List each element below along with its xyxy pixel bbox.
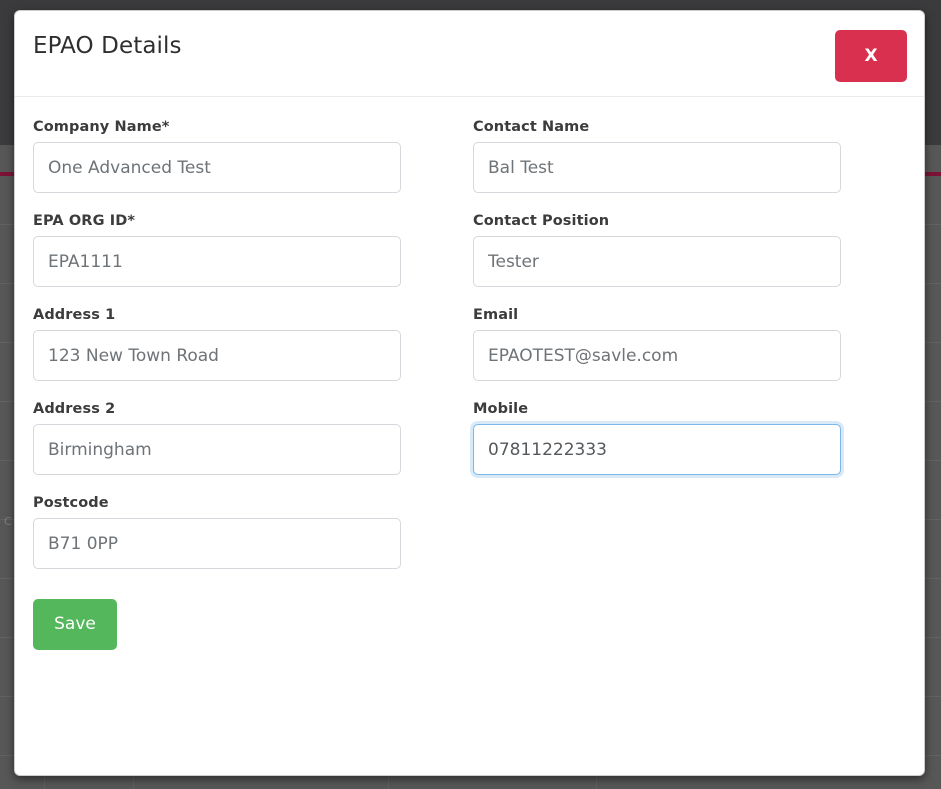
field-label-address-2: Address 2 (33, 401, 116, 417)
field-mobile: Mobile (473, 401, 841, 475)
field-label-mobile: Mobile (473, 401, 529, 417)
close-button[interactable]: X (835, 30, 907, 82)
address-1-input[interactable] (33, 330, 401, 381)
epa-org-id-input[interactable] (33, 236, 401, 287)
form-column-left: Company Name* EPA ORG ID* Address 1 Addr… (33, 119, 401, 650)
field-contact-position: Contact Position (473, 213, 841, 287)
field-contact-name: Contact Name (473, 119, 841, 193)
field-label-contact-name: Contact Name (473, 119, 590, 135)
field-email: Email (473, 307, 841, 381)
save-button[interactable]: Save (33, 599, 117, 650)
address-2-input[interactable] (33, 424, 401, 475)
email-input[interactable] (473, 330, 841, 381)
postcode-input[interactable] (33, 518, 401, 569)
page-title: EPAO Details (33, 33, 182, 59)
form-grid: Company Name* EPA ORG ID* Address 1 Addr… (33, 119, 906, 650)
contact-name-input[interactable] (473, 142, 841, 193)
field-label-contact-position: Contact Position (473, 213, 610, 229)
field-company-name: Company Name* (33, 119, 401, 193)
field-address-1: Address 1 (33, 307, 401, 381)
form-column-right: Contact Name Contact Position Email Mobi… (473, 119, 841, 650)
field-label-company-name: Company Name* (33, 119, 170, 135)
field-label-address-1: Address 1 (33, 307, 116, 323)
company-name-input[interactable] (33, 142, 401, 193)
field-label-email: Email (473, 307, 519, 323)
epao-details-modal: EPAO Details X Company Name* EPA ORG ID*… (14, 10, 925, 776)
modal-header: EPAO Details X (15, 11, 924, 97)
field-postcode: Postcode (33, 495, 401, 569)
field-label-epa-org-id: EPA ORG ID* (33, 213, 136, 229)
contact-position-input[interactable] (473, 236, 841, 287)
modal-body: Company Name* EPA ORG ID* Address 1 Addr… (15, 97, 924, 650)
field-address-2: Address 2 (33, 401, 401, 475)
mobile-input[interactable] (473, 424, 841, 475)
field-label-postcode: Postcode (33, 495, 109, 511)
field-epa-org-id: EPA ORG ID* (33, 213, 401, 287)
background-table-cell: C (4, 515, 12, 528)
